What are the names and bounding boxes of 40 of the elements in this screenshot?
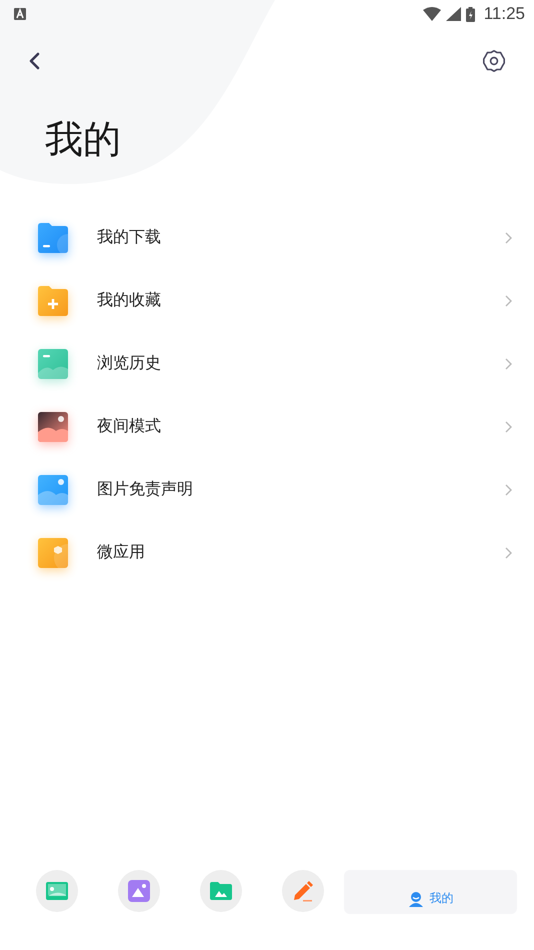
chevron-icon — [505, 546, 512, 558]
chevron-icon — [505, 420, 512, 432]
page-title: 我的 — [45, 116, 122, 163]
menu-label: 微应用 — [97, 542, 146, 563]
nav-tab[interactable] — [200, 870, 242, 912]
pencil-icon — [292, 880, 314, 902]
person-icon — [408, 890, 424, 906]
menu-label: 图片免责声明 — [97, 479, 194, 500]
folder-icon — [38, 222, 68, 252]
menu-item[interactable]: 图片免责声明 — [0, 458, 534, 521]
wifi-icon — [422, 7, 441, 21]
signal-icon — [446, 7, 461, 21]
image-icon — [38, 348, 68, 378]
folder-icon — [38, 286, 68, 316]
menu-label: 我的下载 — [97, 227, 162, 248]
menu-item[interactable]: 我的收藏 — [0, 269, 534, 332]
menu-label: 浏览历史 — [97, 353, 162, 374]
notification-icon — [14, 8, 26, 20]
nav-tab[interactable] — [282, 870, 324, 912]
menu-item[interactable]: 浏览历史 — [0, 332, 534, 395]
chevron-icon — [505, 232, 512, 244]
folder-icon — [210, 882, 232, 900]
nav-tab[interactable] — [36, 870, 78, 912]
settings-button[interactable] — [480, 47, 508, 75]
image-icon — [128, 880, 150, 902]
nav-tab[interactable] — [118, 870, 160, 912]
image-icon — [38, 412, 68, 442]
menu-label: 我的收藏 — [97, 290, 162, 311]
image-icon — [38, 474, 68, 504]
chevron-icon — [505, 484, 512, 496]
clock-time: 11:25 — [484, 4, 525, 24]
chevron-icon — [505, 294, 512, 306]
menu-label: 夜间模式 — [97, 416, 162, 437]
menu-item[interactable]: 夜间模式 — [0, 395, 534, 458]
menu-item[interactable]: 微应用 — [0, 521, 534, 584]
chevron-icon — [505, 358, 512, 370]
menu-item[interactable]: 我的下载 — [0, 206, 534, 269]
battery-icon — [466, 6, 475, 22]
folder-icon — [38, 538, 68, 568]
image-icon — [46, 882, 68, 900]
